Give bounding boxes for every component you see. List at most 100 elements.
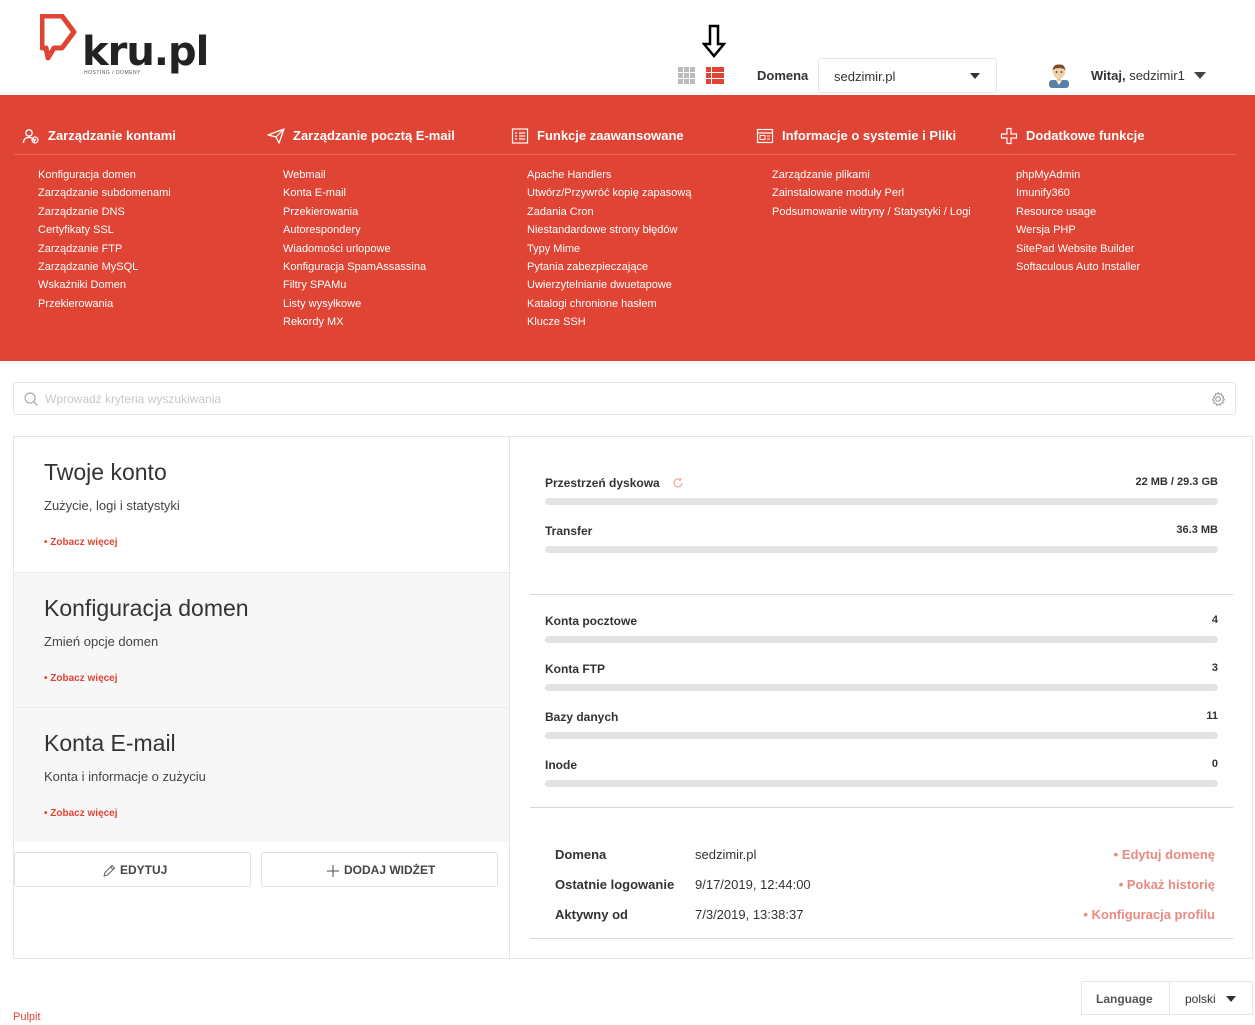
search-bar [13, 382, 1236, 415]
divider [530, 938, 1233, 939]
main-menu: Zarządzanie kontami Konfiguracja domen Z… [0, 95, 1255, 361]
menu-item-apache-handlers[interactable]: Apache Handlers [527, 168, 691, 186]
menu-list-advanced: Apache Handlers Utwórz/Przywróć kopię za… [527, 168, 691, 334]
plus-icon [327, 865, 339, 877]
menu-item-forwarders[interactable]: Przekierowania [283, 205, 426, 223]
menu-item-mysql[interactable]: Zarządzanie MySQL [38, 260, 171, 278]
menu-heading-label: Funkcje zaawansowane [537, 128, 684, 143]
logo[interactable]: kru.pl HOSTING / DOMENY [40, 14, 209, 78]
menu-item-mime-types[interactable]: Typy Mime [527, 242, 691, 260]
menu-item-cron[interactable]: Zadania Cron [527, 205, 691, 223]
users-icon [22, 129, 39, 144]
menu-item-mailing-lists[interactable]: Listy wysyłkowe [283, 297, 426, 315]
info-value: 9/17/2019, 12:44:00 [695, 877, 811, 892]
menu-item-email-accounts[interactable]: Konta E-mail [283, 186, 426, 204]
menu-item-phpmyadmin[interactable]: phpMyAdmin [1016, 168, 1140, 186]
list-icon [511, 128, 529, 144]
logo-mark-icon [40, 14, 77, 61]
menu-item-ftp[interactable]: Zarządzanie FTP [38, 242, 171, 260]
widget-title: Konfiguracja domen [44, 595, 249, 621]
domain-select-value: sedzimir.pl [834, 69, 896, 84]
menu-item-subdomains[interactable]: Zarządzanie subdomenami [38, 186, 171, 204]
window-icon [756, 128, 774, 144]
menu-item-sitepad[interactable]: SitePad Website Builder [1016, 242, 1140, 260]
gear-icon[interactable] [1210, 391, 1226, 407]
menu-heading-label: Zarządzanie kontami [48, 128, 176, 143]
stat-label: Konta FTP [545, 662, 605, 676]
menu-item-mx-records[interactable]: Rekordy MX [283, 315, 426, 333]
menu-heading-label: Informacje o systemie i Pliki [782, 128, 957, 143]
menu-item-error-pages[interactable]: Niestandardowe strony błędów [527, 223, 691, 241]
add-widget-button[interactable]: DODAJ WIDŻET [261, 852, 498, 887]
search-input[interactable] [45, 390, 1195, 408]
stat-label: Przestrzeń dyskowa [545, 476, 660, 490]
menu-item-php-version[interactable]: Wersja PHP [1016, 223, 1140, 241]
menu-item-domain-config[interactable]: Konfiguracja domen [38, 168, 171, 186]
menu-item-protected-dirs[interactable]: Katalogi chronione hasłem [527, 297, 691, 315]
edit-button[interactable]: EDYTUJ [14, 852, 251, 887]
menu-item-softaculous[interactable]: Softaculous Auto Installer [1016, 260, 1140, 278]
menu-item-dns[interactable]: Zarządzanie DNS [38, 205, 171, 223]
caret-down-icon [970, 73, 980, 79]
pencil-icon [103, 864, 116, 877]
menu-list-system: Zarządzanie plikami Zainstalowane moduły… [772, 168, 971, 223]
refresh-icon[interactable] [672, 477, 684, 489]
menu-item-ssl[interactable]: Certyfikaty SSL [38, 223, 171, 241]
menu-item-perl-modules[interactable]: Zainstalowane moduły Perl [772, 186, 971, 204]
menu-heading-email: Zarządzanie pocztą E-mail [267, 126, 507, 146]
user-menu-caret-icon[interactable] [1194, 72, 1206, 79]
profile-config-link[interactable]: • Konfiguracja profilu [1083, 907, 1215, 922]
dashboard-card: Twoje konto Zużycie, logi i statystyki •… [13, 436, 1253, 960]
menu-item-backup[interactable]: Utwórz/Przywróć kopię zapasową [527, 186, 691, 204]
widget-domains: Konfiguracja domen Zmień opcje domen • Z… [14, 572, 509, 707]
menu-item-ssh-keys[interactable]: Klucze SSH [527, 315, 691, 333]
menu-list-extra: phpMyAdmin Imunify360 Resource usage Wer… [1016, 168, 1140, 278]
search-icon [24, 392, 38, 406]
language-label-text: Language [1096, 992, 1153, 1006]
domain-label: Domena [757, 68, 809, 83]
list-view-icon[interactable] [706, 67, 724, 84]
username: sedzimir1 [1129, 68, 1185, 83]
menu-item-site-summary[interactable]: Podsumowanie witryny / Statystyki / Logi [772, 205, 971, 223]
info-row-domain: Domena sedzimir.pl • Edytuj domenę [555, 847, 1215, 863]
menu-heading-extra: Dodatkowe funkcje [1000, 126, 1240, 146]
menu-item-vacation[interactable]: Wiadomości urlopowe [283, 242, 426, 260]
widget-more-link[interactable]: • Zobacz więcej [44, 808, 118, 819]
menu-item-security-questions[interactable]: Pytania zabezpieczające [527, 260, 691, 278]
breadcrumb[interactable]: Pulpit [13, 1011, 41, 1023]
widget-more-link[interactable]: • Zobacz więcej [44, 537, 118, 548]
grid-view-icon[interactable] [678, 67, 695, 84]
menu-item-file-manager[interactable]: Zarządzanie plikami [772, 168, 971, 186]
stat-label: Transfer [545, 524, 593, 538]
stat-databases: Bazy danych 11 [545, 710, 1218, 740]
paper-plane-icon [267, 128, 285, 144]
menu-item-spamassassin[interactable]: Konfiguracja SpamAssassina [283, 260, 426, 278]
stat-value: 0 [1211, 758, 1218, 770]
menu-item-redirects[interactable]: Przekierowania [38, 297, 171, 315]
divider [530, 807, 1233, 808]
divider [530, 594, 1233, 595]
caret-down-icon [1226, 996, 1236, 1002]
stat-label: Bazy danych [545, 710, 619, 724]
usage-bar [545, 636, 1218, 643]
widget-more-link[interactable]: • Zobacz więcej [44, 673, 118, 684]
stat-label: Konta pocztowe [545, 614, 637, 628]
menu-item-webmail[interactable]: Webmail [283, 168, 426, 186]
avatar[interactable] [1047, 62, 1071, 88]
add-widget-button-label: DODAJ WIDŻET [344, 863, 436, 877]
top-header: kru.pl HOSTING / DOMENY Domena sedzimir.… [0, 0, 1255, 95]
menu-item-imunify360[interactable]: Imunify360 [1016, 186, 1140, 204]
info-label: Domena [555, 847, 607, 862]
menu-item-resource-usage[interactable]: Resource usage [1016, 205, 1140, 223]
menu-item-spam-filters[interactable]: Filtry SPAMu [283, 278, 426, 296]
domain-select[interactable]: sedzimir.pl [818, 58, 997, 93]
user-greeting[interactable]: Witaj, sedzimir1 [1091, 68, 1185, 83]
edit-domain-link[interactable]: • Edytuj domenę [1114, 847, 1215, 862]
menu-item-domain-pointers[interactable]: Wskaźniki Domen [38, 278, 171, 296]
menu-item-two-factor[interactable]: Uwierzytelnianie dwuetapowe [527, 278, 691, 296]
show-history-link[interactable]: • Pokaż historię [1119, 877, 1215, 892]
language-select[interactable]: polski [1169, 981, 1253, 1015]
info-value: sedzimir.pl [695, 847, 757, 862]
menu-item-autoresponders[interactable]: Autorespondery [283, 223, 426, 241]
info-label: Aktywny od [555, 907, 628, 922]
